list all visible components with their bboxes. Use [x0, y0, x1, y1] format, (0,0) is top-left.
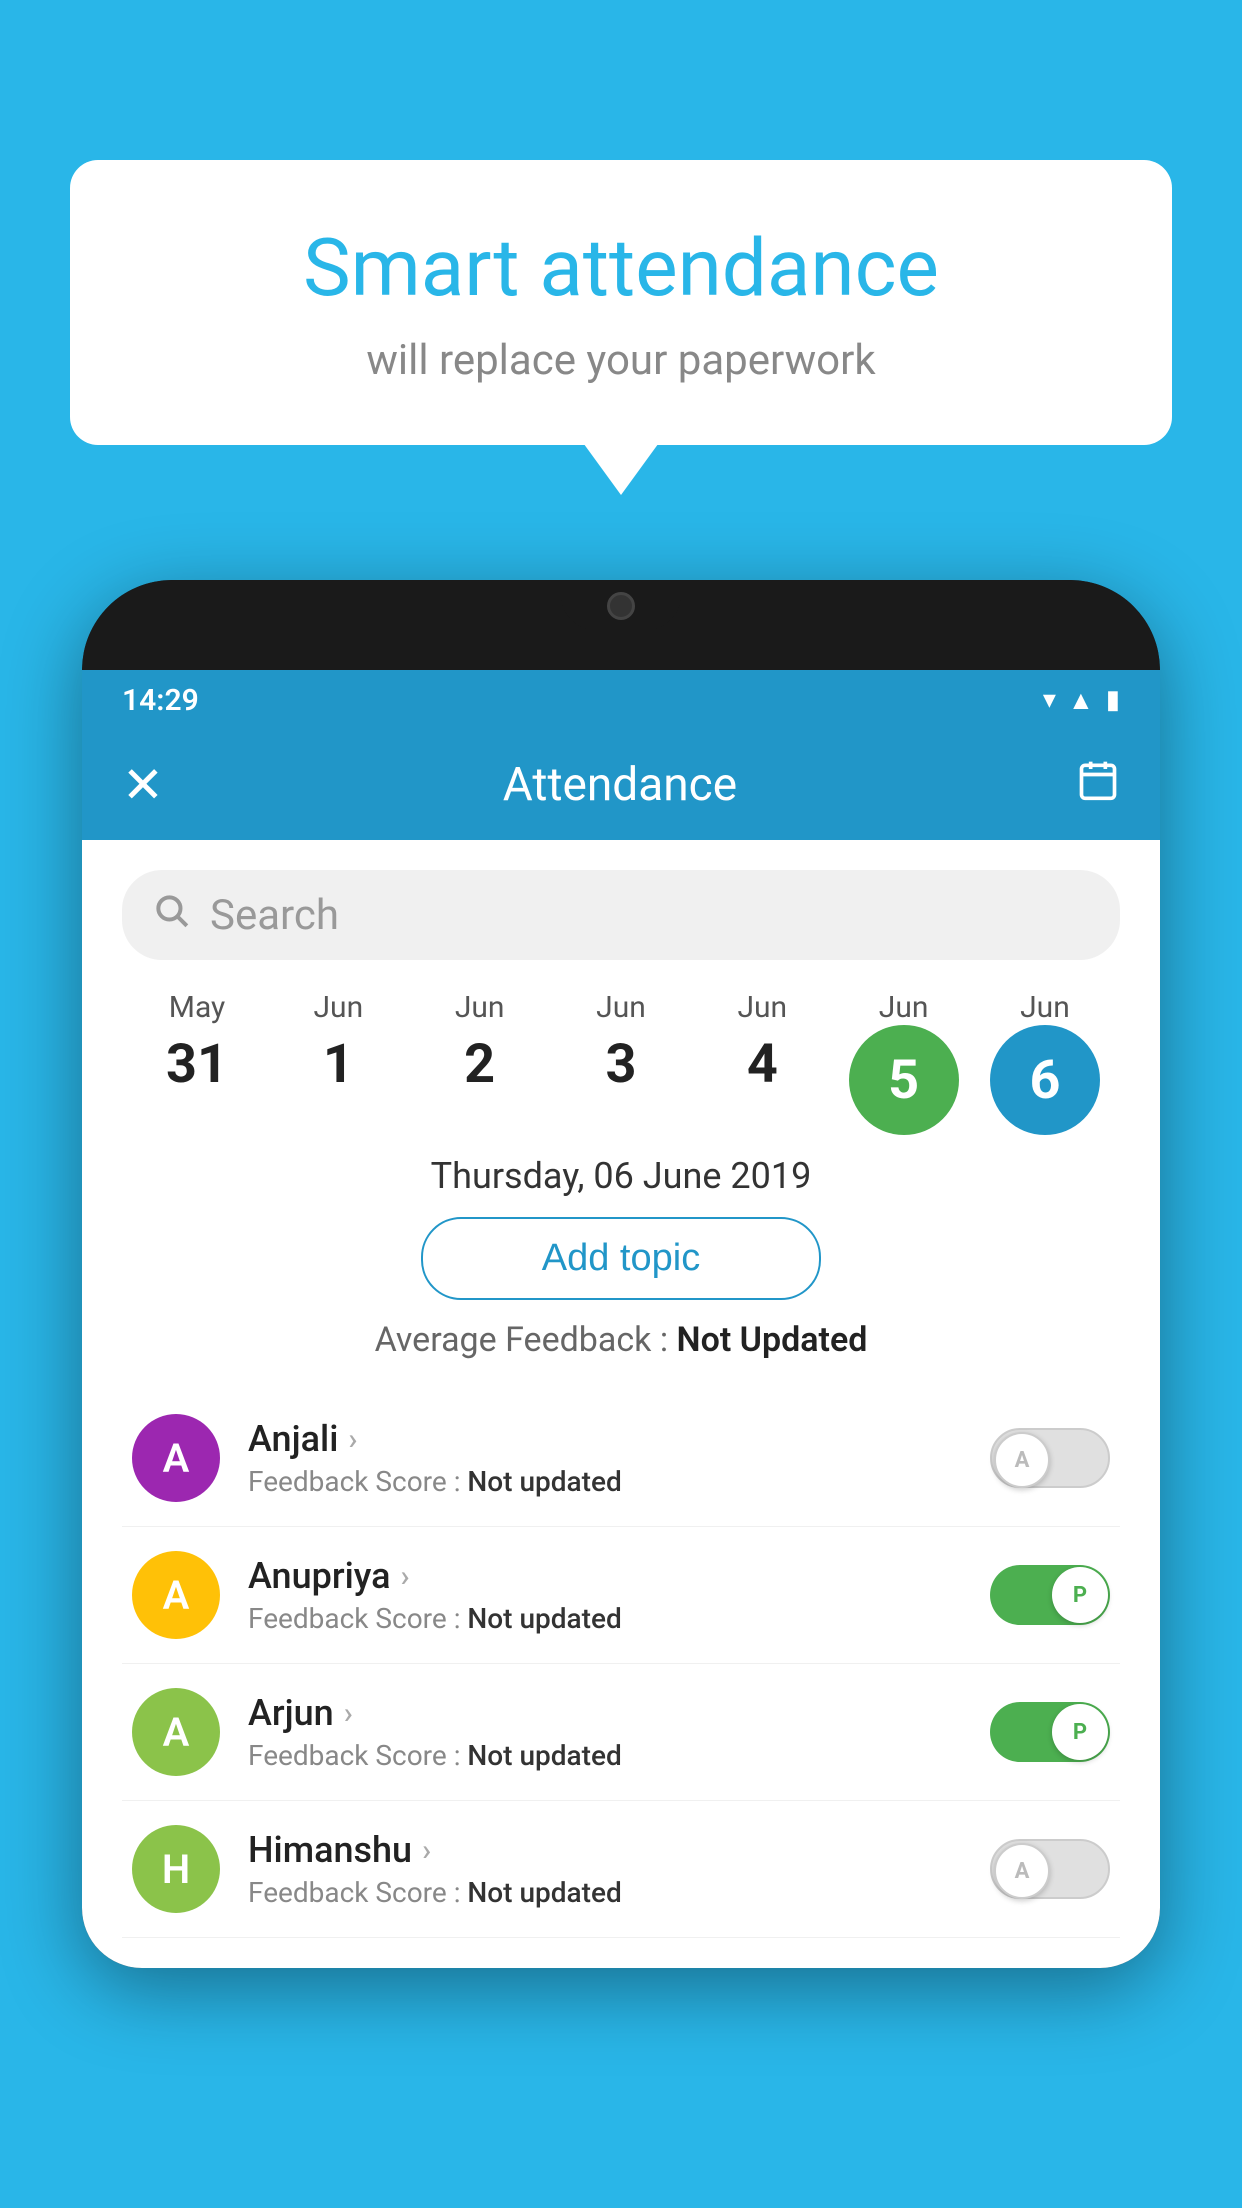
bubble-title: Smart attendance: [130, 220, 1112, 316]
student-info-anjali: Anjali › Feedback Score : Not updated: [248, 1418, 962, 1498]
speech-bubble-container: Smart attendance will replace your paper…: [70, 160, 1172, 445]
student-info-arjun: Arjun › Feedback Score : Not updated: [248, 1692, 962, 1772]
student-feedback-anjali: Feedback Score : Not updated: [248, 1465, 962, 1498]
student-feedback-anupriya: Feedback Score : Not updated: [248, 1602, 962, 1635]
avatar-arjun: A: [132, 1688, 220, 1776]
calendar-day-1[interactable]: Jun 1: [273, 990, 403, 1135]
phone-wrapper: 14:29 ▾ ▲ ▮ ✕ Attendance: [82, 580, 1160, 2208]
student-name-arjun: Arjun ›: [248, 1692, 962, 1734]
app-header: ✕ Attendance: [82, 730, 1160, 840]
calendar-day-5[interactable]: Jun 5: [839, 990, 969, 1135]
wifi-icon: ▾: [1043, 685, 1056, 715]
search-input[interactable]: Search: [210, 891, 339, 940]
student-info-anupriya: Anupriya › Feedback Score : Not updated: [248, 1555, 962, 1635]
bubble-subtitle: will replace your paperwork: [130, 336, 1112, 385]
student-item-anupriya[interactable]: A Anupriya › Feedback Score : Not update…: [122, 1527, 1120, 1664]
status-icons: ▾ ▲ ▮: [1043, 685, 1120, 716]
student-feedback-arjun: Feedback Score : Not updated: [248, 1739, 962, 1772]
speech-bubble: Smart attendance will replace your paper…: [70, 160, 1172, 445]
search-icon: [152, 891, 190, 939]
student-item-anjali[interactable]: A Anjali › Feedback Score : Not updated …: [122, 1390, 1120, 1527]
student-info-himanshu: Himanshu › Feedback Score : Not updated: [248, 1829, 962, 1909]
student-name-anjali: Anjali ›: [248, 1418, 962, 1460]
avatar-anupriya: A: [132, 1551, 220, 1639]
phone-frame: 14:29 ▾ ▲ ▮ ✕ Attendance: [82, 580, 1160, 1968]
close-button[interactable]: ✕: [122, 756, 164, 815]
battery-icon: ▮: [1106, 685, 1120, 715]
status-time: 14:29: [122, 683, 199, 718]
chevron-icon: ›: [344, 1696, 353, 1731]
toggle-himanshu[interactable]: A: [990, 1839, 1110, 1899]
avg-feedback-label: Average Feedback :: [375, 1320, 677, 1360]
signal-icon: ▲: [1068, 685, 1094, 716]
student-name-himanshu: Himanshu ›: [248, 1829, 962, 1871]
student-list: A Anjali › Feedback Score : Not updated …: [122, 1390, 1120, 1938]
calendar-day-3[interactable]: Jun 3: [556, 990, 686, 1135]
notch: [561, 580, 681, 630]
phone-top: [82, 580, 1160, 670]
toggle-anjali[interactable]: A: [990, 1428, 1110, 1488]
avg-feedback-value: Not Updated: [677, 1320, 868, 1360]
student-feedback-himanshu: Feedback Score : Not updated: [248, 1876, 962, 1909]
app-content: Search May 31 Jun 1 Jun 2: [82, 840, 1160, 1968]
calendar-day-6[interactable]: Jun 6: [980, 990, 1110, 1135]
student-item-himanshu[interactable]: H Himanshu › Feedback Score : Not update…: [122, 1801, 1120, 1938]
avg-feedback: Average Feedback : Not Updated: [122, 1320, 1120, 1360]
calendar-day-0[interactable]: May 31: [132, 990, 262, 1135]
avatar-anjali: A: [132, 1414, 220, 1502]
add-topic-button[interactable]: Add topic: [421, 1217, 821, 1300]
toggle-arjun[interactable]: P: [990, 1702, 1110, 1762]
search-bar[interactable]: Search: [122, 870, 1120, 960]
avatar-himanshu: H: [132, 1825, 220, 1913]
chevron-icon: ›: [422, 1833, 431, 1868]
calendar-day-4[interactable]: Jun 4: [697, 990, 827, 1135]
selected-date: Thursday, 06 June 2019: [122, 1155, 1120, 1197]
calendar-day-2[interactable]: Jun 2: [415, 990, 545, 1135]
calendar-strip: May 31 Jun 1 Jun 2 Jun 3: [122, 990, 1120, 1135]
student-item-arjun[interactable]: A Arjun › Feedback Score : Not updated P: [122, 1664, 1120, 1801]
chevron-icon: ›: [348, 1422, 357, 1457]
student-name-anupriya: Anupriya ›: [248, 1555, 962, 1597]
status-bar: 14:29 ▾ ▲ ▮: [82, 670, 1160, 730]
app-title: Attendance: [503, 758, 737, 812]
calendar-icon[interactable]: [1076, 758, 1120, 813]
chevron-icon: ›: [401, 1559, 410, 1594]
toggle-anupriya[interactable]: P: [990, 1565, 1110, 1625]
camera: [607, 592, 635, 620]
